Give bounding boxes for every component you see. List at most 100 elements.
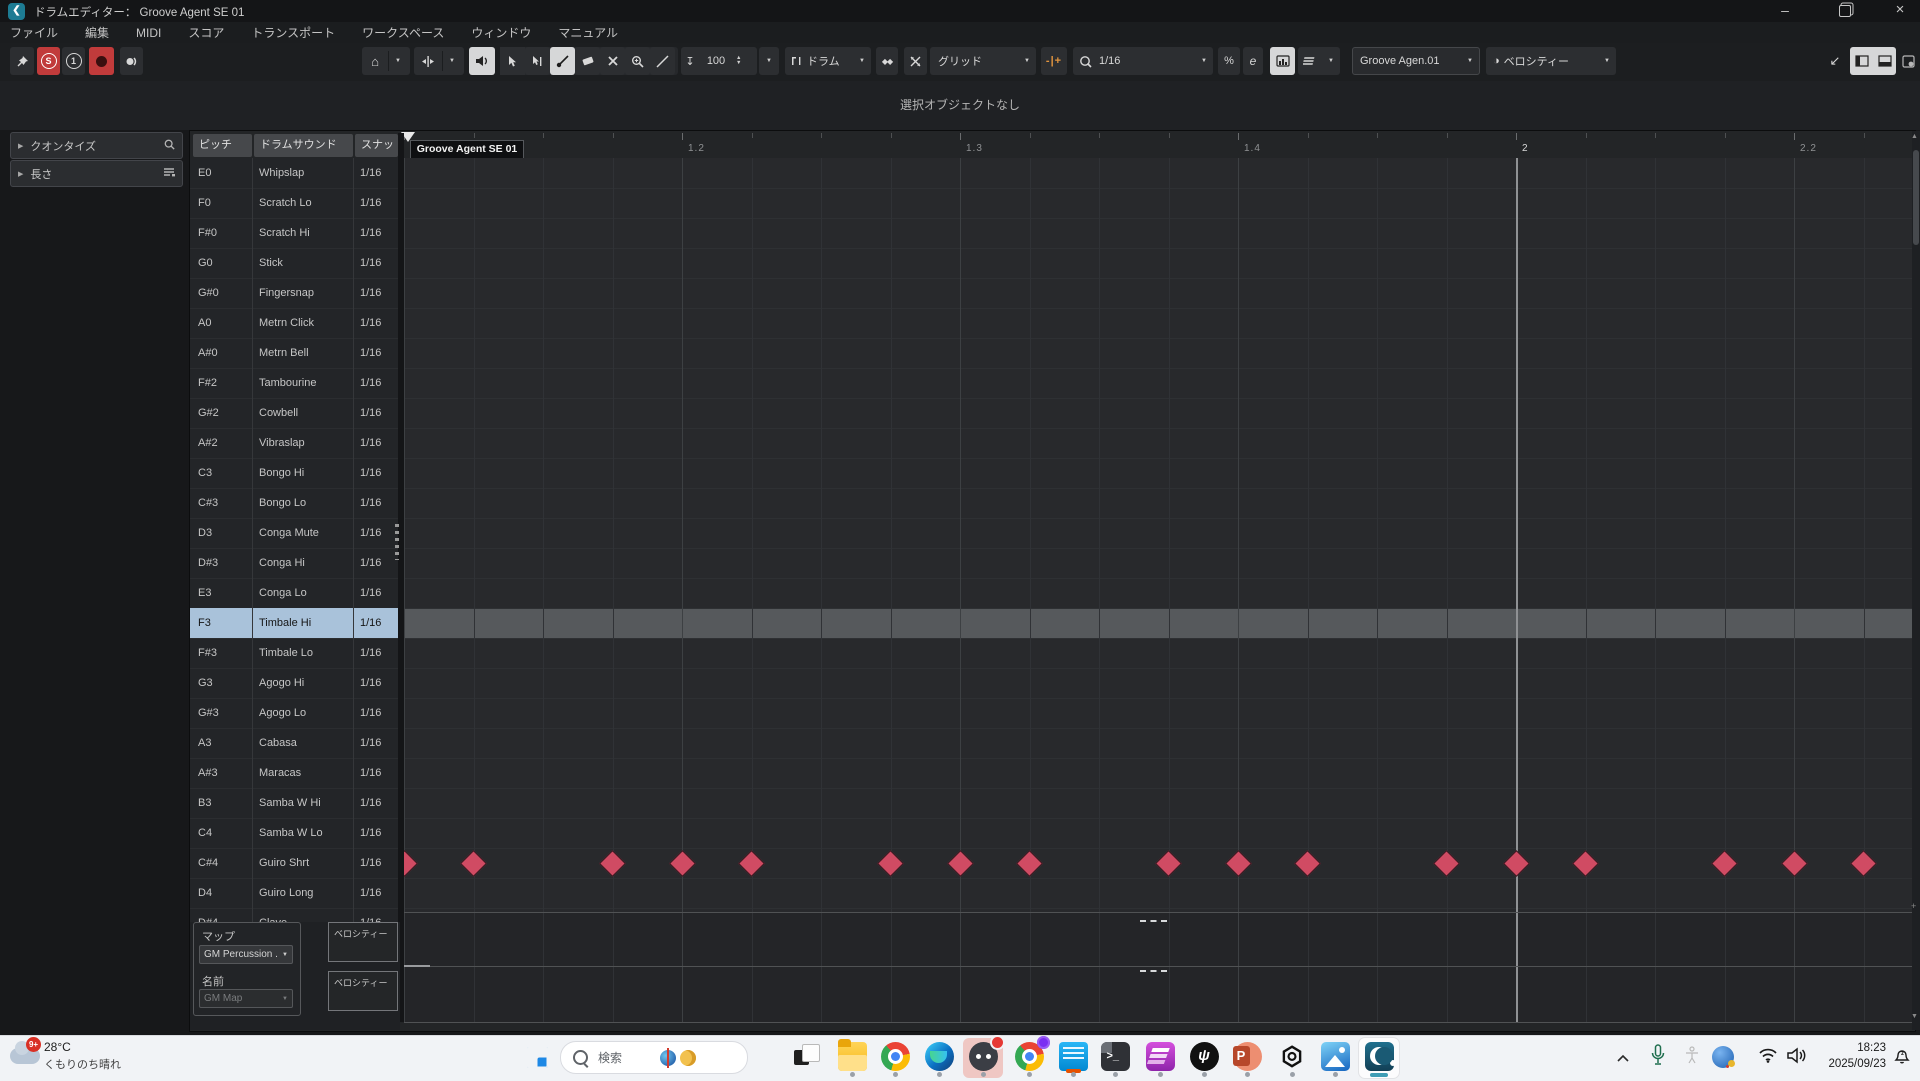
controller-lane1-selector[interactable]: ベロシティー — [328, 922, 398, 962]
column-divider[interactable] — [353, 158, 354, 922]
quantize-panel-button[interactable]: e — [1243, 47, 1263, 75]
drum-row-A0[interactable]: A0 Metrn Click 1/16 — [190, 308, 400, 339]
column-header-snap[interactable]: スナップ — [355, 134, 398, 174]
tray-accessibility-icon[interactable] — [1684, 1046, 1700, 1069]
drum-note[interactable] — [1155, 849, 1182, 877]
note-grid[interactable] — [404, 158, 1912, 912]
menu-item-3[interactable]: スコア — [188, 24, 224, 41]
drum-note[interactable] — [1780, 849, 1808, 877]
drum-note[interactable] — [738, 849, 765, 877]
quantize-dropdown[interactable]: ▼ — [1195, 58, 1213, 64]
scroll-up-icon[interactable]: ▲ — [1911, 133, 1918, 140]
drum-row-A3[interactable]: A3 Cabasa 1/16 — [190, 728, 400, 759]
column-header-drumsound[interactable]: ドラムサウンド — [254, 134, 353, 157]
snap-toggle-button[interactable] — [904, 47, 927, 75]
weather-temperature[interactable]: 28°C — [44, 1040, 71, 1054]
tray-wifi-icon[interactable] — [1758, 1047, 1778, 1068]
drum-row-G3[interactable]: G3 Agogo Hi 1/16 — [190, 668, 400, 699]
drum-row-C4[interactable]: C4 Samba W Lo 1/16 — [190, 818, 400, 849]
velocity-dropdown[interactable]: ▼ — [759, 47, 779, 75]
iterative-quantize-button[interactable]: % — [1218, 47, 1240, 75]
layers-icon[interactable] — [1303, 55, 1317, 67]
minimize-button[interactable]: – — [1765, 0, 1805, 22]
grid-type-dropdown[interactable]: ▼ — [1018, 58, 1036, 64]
autoscroll-icon[interactable] — [414, 55, 442, 68]
quantize-value[interactable]: 1/16 — [1092, 55, 1124, 67]
autoscroll-dropdown[interactable]: ▼ — [443, 58, 461, 64]
taskbar-app-cubase[interactable] — [1359, 1038, 1399, 1078]
vertical-scrollbar[interactable] — [1912, 131, 1920, 1030]
drum-row-Cs4[interactable]: C#4 Guiro Shrt 1/16 — [190, 848, 400, 879]
step-input-button[interactable]: 1 — [62, 47, 85, 75]
taskbar-app-round-black-app[interactable]: ψ — [1184, 1038, 1224, 1078]
drum-note[interactable] — [1850, 849, 1877, 877]
start-button[interactable] — [527, 1047, 548, 1068]
tray-chevron-up-icon[interactable] — [1616, 1050, 1630, 1068]
drum-note[interactable] — [460, 849, 487, 877]
taskbar-app-edge[interactable] — [919, 1038, 959, 1078]
timeline-ruler[interactable]: 1.2 1.3 1.4 2 2.2 — [404, 131, 1912, 158]
drum-row-E0[interactable]: E0 Whipslap 1/16 — [190, 158, 400, 189]
taskbar-app-chrome[interactable] — [875, 1038, 915, 1078]
solo-button[interactable]: S — [37, 47, 60, 75]
controller-lane2-selector[interactable]: ベロシティー — [328, 971, 398, 1011]
velocity-lane-area[interactable] — [404, 912, 1912, 1022]
taskbar-app-chrome-profile[interactable] — [1009, 1036, 1050, 1078]
menu-item-1[interactable]: 編集 — [85, 24, 109, 41]
drum-row-C3[interactable]: C3 Bongo Hi 1/16 — [190, 458, 400, 489]
drum-note[interactable] — [877, 849, 904, 877]
eraser-tool[interactable] — [575, 47, 600, 75]
map-select[interactable]: GM Percussion . ▼ — [199, 945, 293, 964]
drum-row-Ds3[interactable]: D#3 Conga Hi 1/16 — [190, 548, 400, 579]
drum-note[interactable] — [599, 849, 626, 877]
zoom-plus-icon[interactable]: + — [1911, 901, 1916, 911]
lane-divider-handle[interactable] — [404, 965, 430, 967]
drum-note[interactable] — [1224, 849, 1252, 877]
drum-row-Gs0[interactable]: G#0 Fingersnap 1/16 — [190, 278, 400, 309]
taskbar-app-discord[interactable] — [963, 1035, 1005, 1078]
feedback-speaker-button[interactable] — [469, 47, 495, 75]
window-setup-button[interactable] — [1898, 47, 1918, 75]
name-select[interactable]: GM Map ▼ — [199, 989, 293, 1008]
drum-note[interactable] — [668, 849, 696, 877]
drum-note[interactable] — [1711, 849, 1738, 877]
drum-row-B3[interactable]: B3 Samba W Hi 1/16 — [190, 788, 400, 819]
taskbar-app-layers-app[interactable] — [1140, 1038, 1180, 1078]
line-tool[interactable] — [650, 47, 675, 75]
drum-row-D4[interactable]: D4 Guiro Long 1/16 — [190, 878, 400, 909]
midi-input-record-button[interactable] — [89, 47, 114, 75]
search-box[interactable]: 検索 — [560, 1041, 748, 1074]
lane-divider[interactable] — [404, 966, 1912, 967]
drum-note[interactable] — [1572, 849, 1599, 877]
taskbar-app-notes-app[interactable] — [1053, 1038, 1093, 1078]
drum-row-G0[interactable]: G0 Stick 1/16 — [190, 248, 400, 279]
drum-row-Cs3[interactable]: C#3 Bongo Lo 1/16 — [190, 488, 400, 519]
zoom-tool[interactable] — [625, 47, 650, 75]
drum-row-As3[interactable]: A#3 Maracas 1/16 — [190, 758, 400, 789]
acoustic-feedback-button[interactable] — [120, 47, 143, 75]
drum-note[interactable] — [1016, 849, 1043, 877]
menu-item-0[interactable]: ファイル — [10, 24, 58, 41]
taskbar-app-terminal[interactable] — [1095, 1038, 1135, 1078]
controller-value[interactable]: ベロシティー — [1500, 53, 1573, 69]
menu-item-5[interactable]: ワークスペース — [362, 24, 444, 41]
drum-note[interactable] — [404, 849, 418, 877]
column-header-pitch[interactable]: ピッチ — [193, 134, 252, 157]
menu-item-7[interactable]: マニュアル — [558, 24, 618, 41]
lower-zone-toggle[interactable] — [1873, 55, 1896, 67]
drum-row-Ds4[interactable]: D#4Clave1/16 — [190, 908, 400, 922]
drumstick-tool[interactable] — [550, 47, 575, 75]
divider-drag-handle[interactable] — [395, 524, 399, 560]
tray-notification-bell-icon[interactable]: z — [1892, 1046, 1912, 1071]
select-tool[interactable] — [500, 47, 525, 75]
drum-row-Fs2[interactable]: F#2 Tambourine 1/16 — [190, 368, 400, 399]
lane-preset-dropdown[interactable]: ▼ — [1322, 58, 1340, 64]
drum-row-F3[interactable]: F3 Timbale Hi 1/16 — [190, 608, 400, 639]
taskbar-app-explorer[interactable] — [832, 1038, 872, 1078]
column-divider[interactable] — [252, 158, 253, 922]
part-list-dropdown[interactable]: ▼ — [853, 58, 871, 64]
drum-row-Gs2[interactable]: G#2 Cowbell 1/16 — [190, 398, 400, 429]
drum-row-D3[interactable]: D3 Conga Mute 1/16 — [190, 518, 400, 549]
tray-microphone-icon[interactable] — [1650, 1044, 1666, 1071]
menu-item-4[interactable]: トランスポート — [251, 24, 335, 41]
